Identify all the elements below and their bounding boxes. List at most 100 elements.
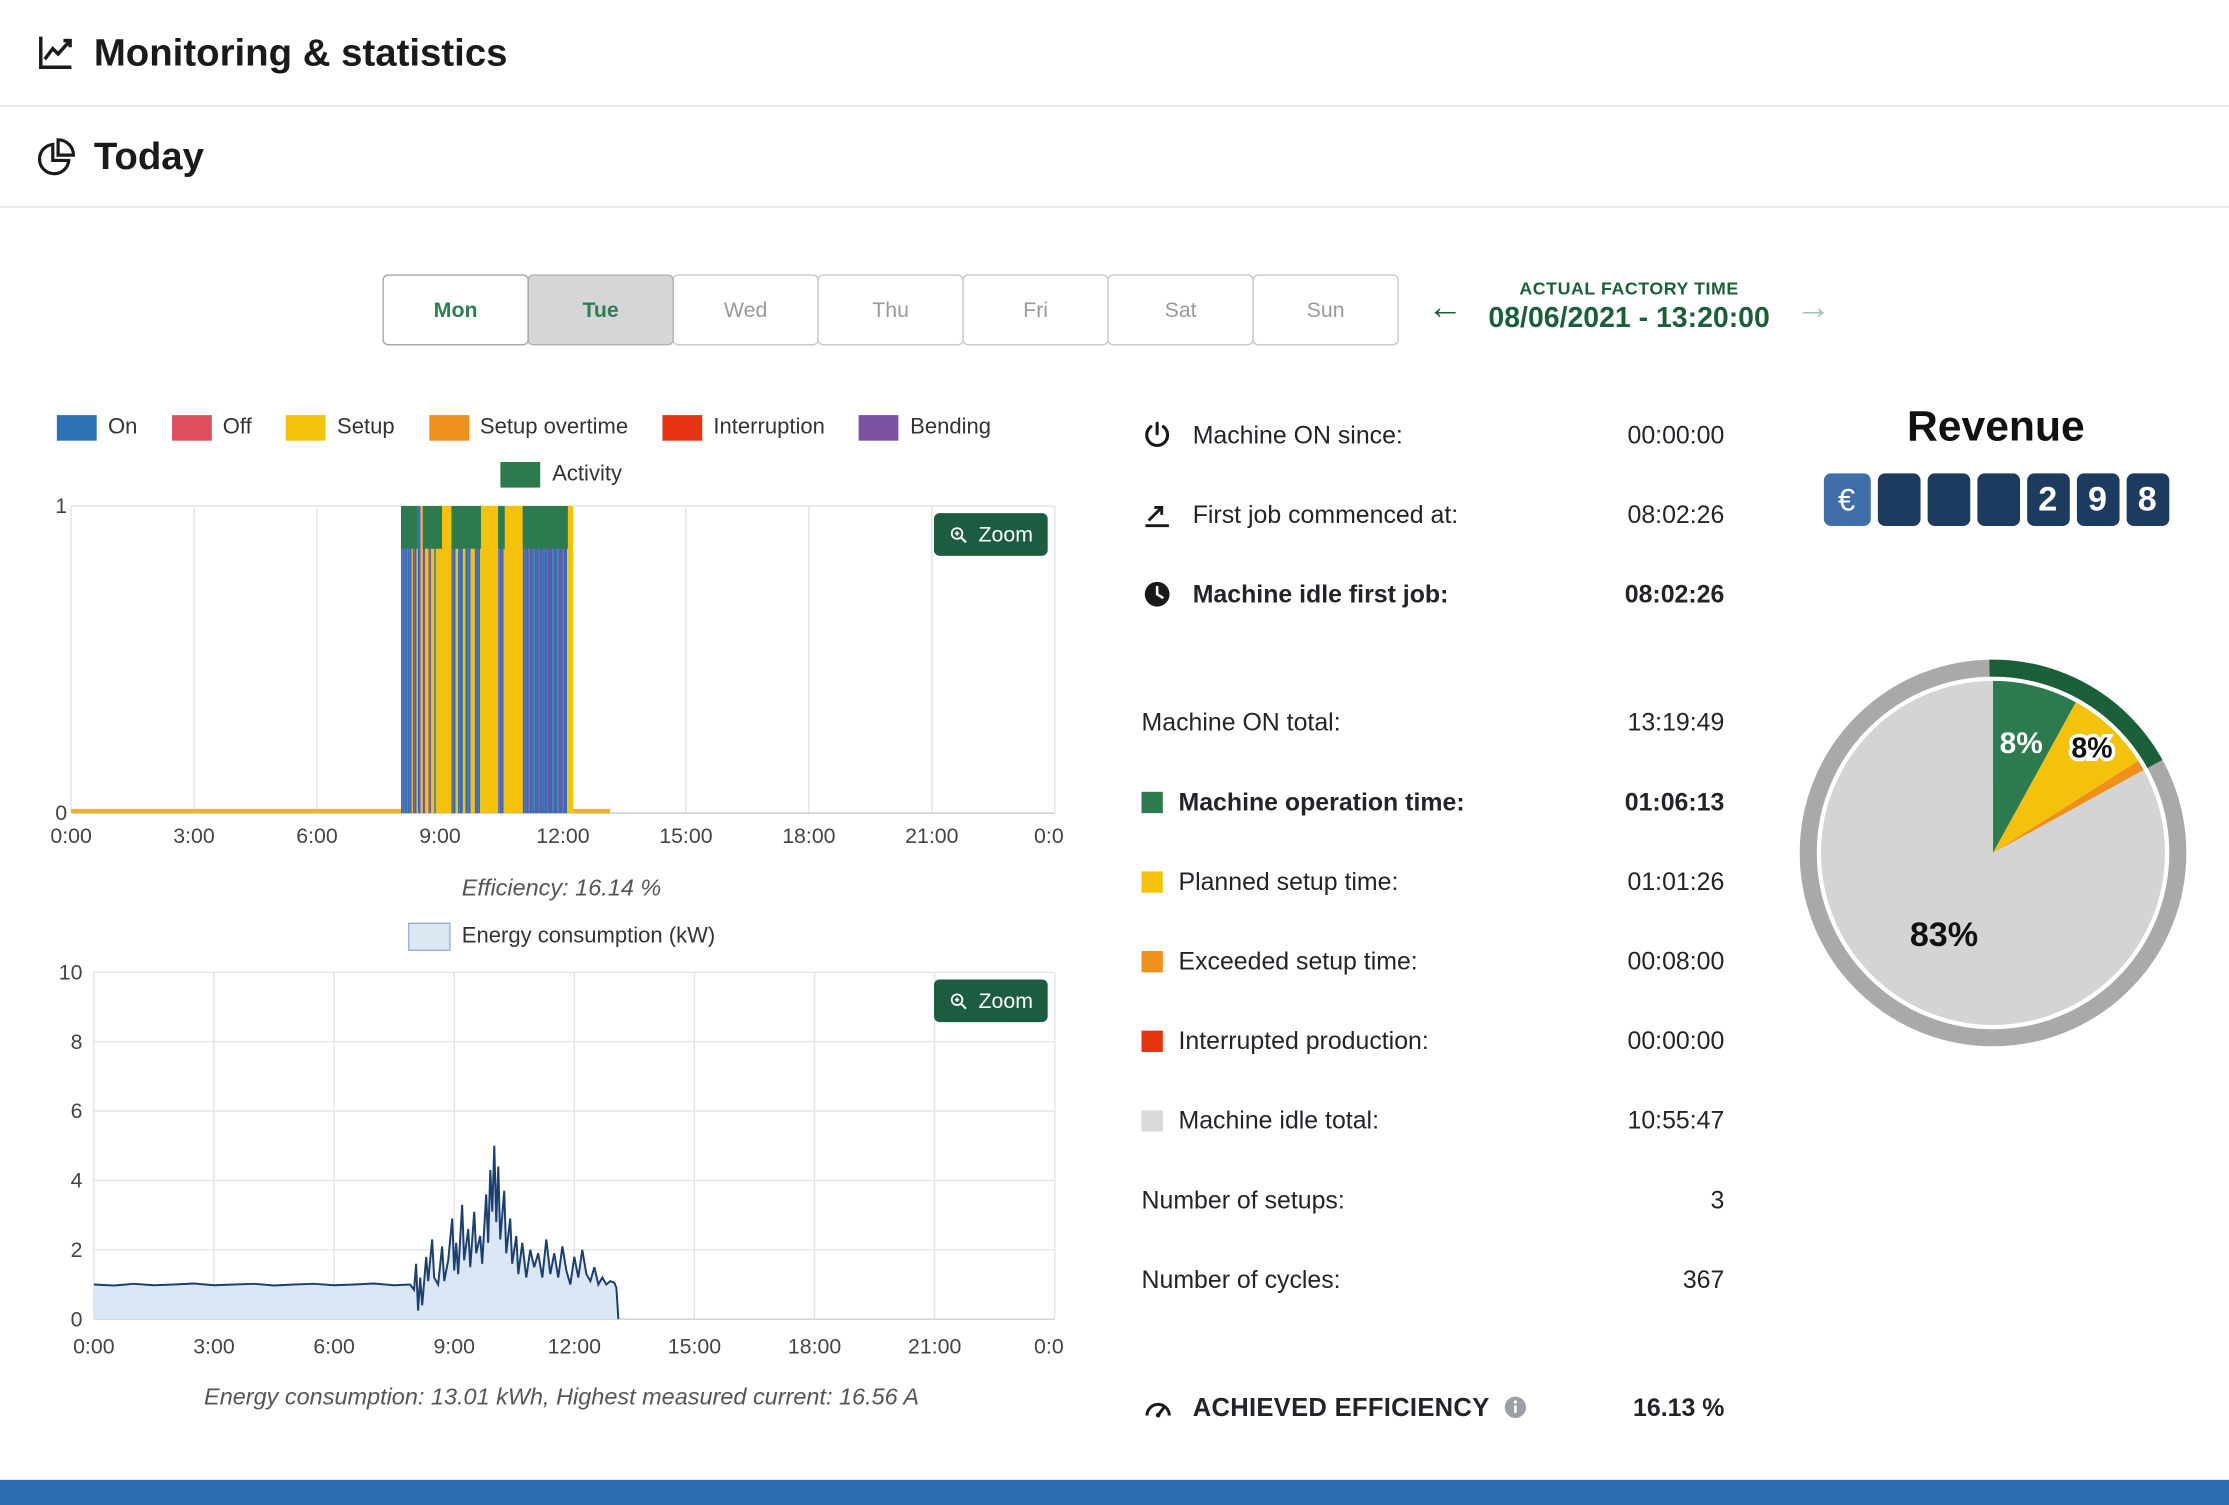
stat-value: 01:06:13 bbox=[1624, 786, 1725, 816]
stat-swatch bbox=[1141, 791, 1163, 813]
energy-chart-zoom-button[interactable]: Zoom bbox=[933, 979, 1048, 1023]
legend-label: On bbox=[108, 415, 138, 440]
next-day-button[interactable]: → bbox=[1793, 286, 1834, 327]
svg-text:8%: 8% bbox=[2071, 733, 2112, 765]
revenue-digit-3: 2 bbox=[2026, 473, 2070, 526]
prev-day-button[interactable]: ← bbox=[1424, 286, 1465, 327]
zoom-icon bbox=[949, 524, 970, 545]
stat-row-planned-setup-time: Planned setup time: 01:01:26 bbox=[1141, 842, 1725, 922]
stat-label: ACHIEVED EFFICIENCY bbox=[1192, 1392, 1490, 1421]
svg-text:21:00: 21:00 bbox=[908, 1334, 961, 1358]
svg-text:18:00: 18:00 bbox=[788, 1334, 841, 1358]
svg-text:8%: 8% bbox=[2000, 727, 2043, 760]
legend-label: Interruption bbox=[713, 415, 825, 440]
first-job-icon bbox=[1142, 499, 1193, 530]
energy-caption: Energy consumption: 13.01 kWh, Highest m… bbox=[204, 1384, 919, 1411]
legend-swatch bbox=[171, 415, 212, 441]
day-tab-sat[interactable]: Sat bbox=[1107, 274, 1254, 346]
factory-time-label: ACTUAL FACTORY TIME bbox=[1519, 278, 1739, 299]
svg-text:12:00: 12:00 bbox=[536, 824, 589, 848]
svg-text:12:00: 12:00 bbox=[548, 1334, 601, 1358]
state-legend: On Off Setup Setup overtime Interruption Bend… bbox=[56, 415, 1066, 441]
zoom-icon bbox=[949, 990, 970, 1011]
energy-legend-swatch bbox=[407, 922, 451, 952]
factory-time: ← ACTUAL FACTORY TIME 08/06/2021 - 13:20… bbox=[1424, 279, 1833, 336]
idle-clock-icon bbox=[1142, 579, 1193, 610]
stat-label: Machine ON total: bbox=[1141, 707, 1341, 736]
stat-value: 08:02:26 bbox=[1624, 579, 1725, 608]
stat-row-machine-idle-total: Machine idle total: 10:55:47 bbox=[1141, 1080, 1725, 1160]
legend-item-off: Off bbox=[171, 415, 252, 441]
stat-label: Number of setups: bbox=[1141, 1184, 1345, 1214]
day-tab-mon[interactable]: Mon bbox=[382, 274, 529, 346]
svg-text:15:00: 15:00 bbox=[668, 1334, 721, 1358]
stat-row-machine-on-total: Machine ON total: 13:19:49 bbox=[1142, 682, 1725, 762]
stat-row-achieved-efficiency: ACHIEVED EFFICIENCY 16.13 % bbox=[1142, 1368, 1725, 1448]
stat-value: 00:08:00 bbox=[1627, 946, 1725, 975]
stat-label: Machine idle total: bbox=[1178, 1105, 1380, 1134]
legend-label: Setup overtime bbox=[479, 415, 629, 440]
day-tab-thu[interactable]: Thu bbox=[817, 274, 964, 346]
svg-text:10: 10 bbox=[59, 961, 83, 984]
zoom-button-label: Zoom bbox=[978, 522, 1034, 547]
svg-text:3:00: 3:00 bbox=[173, 824, 215, 848]
svg-text:21:00: 21:00 bbox=[905, 824, 958, 848]
stat-label: Number of cycles: bbox=[1141, 1264, 1341, 1293]
day-tabs: Mon Tue Wed Thu Fri Sat Sun bbox=[382, 274, 1399, 346]
legend-label: Setup bbox=[337, 415, 395, 440]
gauge-icon bbox=[1142, 1391, 1193, 1424]
stat-value: 13:19:49 bbox=[1627, 707, 1725, 736]
revenue-pie-chart: 8% 8% 83% bbox=[1799, 659, 2187, 1047]
legend-label: Bending bbox=[910, 415, 992, 440]
stat-swatch bbox=[1141, 950, 1163, 972]
svg-text:6:00: 6:00 bbox=[313, 1334, 355, 1358]
stat-row-machine-on-since: Machine ON since: 00:00:00 bbox=[1142, 395, 1724, 475]
stat-value: 3 bbox=[1710, 1184, 1725, 1214]
svg-text:8: 8 bbox=[71, 1030, 83, 1054]
state-chart-zoom-button[interactable]: Zoom bbox=[933, 513, 1048, 556]
revenue-digit-5: 8 bbox=[2125, 473, 2169, 526]
stat-value: 10:55:47 bbox=[1627, 1105, 1725, 1134]
app-header: Monitoring & statistics bbox=[0, 0, 2229, 107]
day-tab-fri[interactable]: Fri bbox=[962, 274, 1109, 346]
svg-text:0:00: 0:00 bbox=[1034, 824, 1063, 848]
section-header: Today bbox=[0, 108, 2229, 208]
stat-row-number-of-setups: Number of setups: 3 bbox=[1142, 1160, 1725, 1240]
legend-item-setup-overtime: Setup overtime bbox=[428, 415, 629, 441]
energy-chart: 0 2 4 6 8 10 0:00 3:00 6:00 9:00 12:00 15:00 18:00 21… bbox=[59, 961, 1064, 1358]
legend-item-activity: Activity bbox=[501, 462, 622, 488]
energy-legend: Energy consumption (kW) bbox=[57, 922, 1066, 952]
efficiency-caption: Efficiency: 16.14 % bbox=[461, 875, 662, 902]
stat-row-number-of-cycles: Number of cycles: 367 bbox=[1142, 1240, 1725, 1320]
stat-value: 08:02:26 bbox=[1627, 499, 1725, 529]
day-tab-wed[interactable]: Wed bbox=[672, 274, 819, 346]
stat-label: Exceeded setup time: bbox=[1178, 946, 1418, 975]
svg-text:9:00: 9:00 bbox=[433, 1334, 475, 1358]
stat-value: 01:01:26 bbox=[1627, 866, 1725, 895]
pie-chart-icon bbox=[34, 136, 77, 179]
legend-swatch bbox=[662, 415, 703, 441]
stat-value: 16.13 % bbox=[1633, 1392, 1725, 1421]
legend-swatch bbox=[285, 415, 326, 441]
factory-time-value: 08/06/2021 - 13:20:00 bbox=[1488, 302, 1770, 335]
revenue-digit-4: 9 bbox=[2076, 473, 2119, 526]
activity-legend: Activity bbox=[57, 462, 1066, 488]
svg-text:0:00: 0:00 bbox=[73, 1334, 115, 1358]
day-tab-sun[interactable]: Sun bbox=[1252, 274, 1399, 346]
stat-row-machine-idle-first-job: Machine idle first job: 08:02:26 bbox=[1142, 554, 1725, 634]
svg-text:0: 0 bbox=[71, 1307, 83, 1331]
factory-time-text: ACTUAL FACTORY TIME 08/06/2021 - 13:20:0… bbox=[1466, 279, 1793, 336]
legend-swatch bbox=[428, 415, 469, 441]
stat-value: 00:00:00 bbox=[1627, 1025, 1725, 1055]
machine-state-chart: 100:00 3:00 6:00 9:00 12:00 15:00 18:00 21:00 0:… bbox=[51, 498, 1063, 848]
day-tab-tue[interactable]: Tue bbox=[527, 274, 674, 346]
svg-text:83%: 83% bbox=[1910, 916, 1978, 954]
stat-value: 367 bbox=[1682, 1264, 1725, 1293]
legend-label: Activity bbox=[552, 462, 622, 487]
stat-label: Machine ON since: bbox=[1192, 420, 1403, 449]
stat-row-first-job-commenced-at: First job commenced at: 08:02:26 bbox=[1142, 475, 1725, 555]
stat-label: First job commenced at: bbox=[1192, 499, 1459, 529]
line-chart-icon bbox=[34, 31, 77, 74]
info-icon[interactable] bbox=[1502, 1395, 1528, 1421]
legend-item-on: On bbox=[56, 415, 138, 441]
